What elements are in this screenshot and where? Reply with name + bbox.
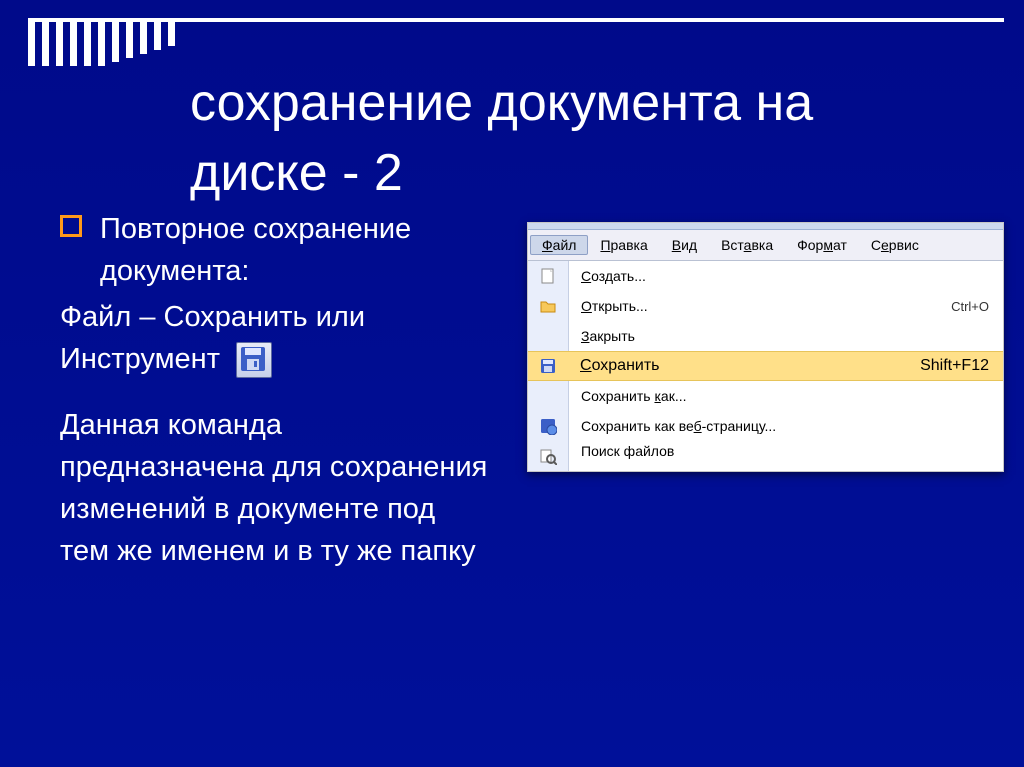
close-icon-cell — [528, 321, 568, 351]
title-line2: диске - 2 — [190, 138, 813, 208]
line-file-save: Файл – Сохранить или — [60, 296, 490, 338]
open-folder-icon — [528, 291, 568, 321]
top-rule — [28, 22, 1004, 66]
dropdown-icon-column — [528, 261, 569, 351]
body-text: Повторное сохранение документа: Файл – С… — [60, 208, 490, 572]
dropdown-icon-column-2 — [528, 381, 569, 471]
menu-insert[interactable]: Вставка — [709, 235, 785, 255]
rule-line — [28, 18, 1004, 22]
menu-screenshot: Файл Правка Вид Вставка Формат Сервис Со… — [527, 222, 1004, 472]
dropdown-lower: Сохранить как... Сохранить как веб-стран… — [528, 381, 1003, 471]
create-rest: оздать... — [591, 268, 646, 284]
menu-format[interactable]: Формат — [785, 235, 859, 255]
menu-item-close[interactable]: Закрыть — [569, 321, 1003, 351]
paragraph: Данная команда предназначена для сохране… — [60, 404, 490, 572]
menu-item-save-selected[interactable]: Сохранить Shift+F12 — [528, 351, 1003, 381]
menu-item-open[interactable]: Открыть... Ctrl+O — [569, 291, 1003, 321]
line-tool-text: Инструмент — [60, 343, 220, 375]
line-tool: Инструмент — [60, 338, 490, 380]
bullet-1-text: Повторное сохранение документа: — [100, 213, 411, 287]
menu-item-save-as[interactable]: Сохранить как... — [569, 381, 1003, 411]
findfiles-icon — [528, 441, 568, 471]
menu-item-save-as-web[interactable]: Сохранить как веб-страницу... — [569, 411, 1003, 441]
slide-title: сохранение документа на диске - 2 — [190, 68, 813, 208]
save-shortcut: Shift+F12 — [920, 357, 989, 375]
dropdown: Создать... Открыть... Ctrl+O Закрыть — [528, 261, 1003, 351]
save-floppy-small-icon — [539, 357, 557, 375]
bullet-1: Повторное сохранение документа: — [60, 208, 490, 292]
save-floppy-icon — [236, 342, 272, 378]
menu-file-rest: айл — [553, 237, 577, 253]
menu-item-find-files[interactable]: Поиск файлов — [569, 441, 1003, 461]
floppy-svg — [239, 345, 267, 373]
saveas-icon-cell — [528, 381, 568, 411]
open-shortcut: Ctrl+O — [951, 299, 989, 314]
new-doc-icon — [528, 261, 568, 291]
title-line1: сохранение документа на — [190, 68, 813, 138]
menubar: Файл Правка Вид Вставка Формат Сервис — [528, 230, 1003, 261]
find-files-label: Поиск файлов — [581, 443, 674, 459]
saveweb-icon — [528, 411, 568, 441]
menu-service[interactable]: Сервис — [859, 235, 931, 255]
menu-file[interactable]: Файл — [530, 235, 588, 255]
bullet-square-icon — [60, 215, 82, 237]
rule-bars — [28, 22, 1004, 66]
slide: сохранение документа на диске - 2 Повтор… — [0, 0, 1024, 767]
dropdown-items: Создать... Открыть... Ctrl+O Закрыть — [569, 261, 1003, 351]
save-icon-cell — [528, 352, 568, 380]
menu-edit[interactable]: Правка — [588, 235, 659, 255]
menu-view[interactable]: Вид — [660, 235, 709, 255]
toolstrip — [528, 223, 1003, 230]
menu-item-create[interactable]: Создать... — [569, 261, 1003, 291]
